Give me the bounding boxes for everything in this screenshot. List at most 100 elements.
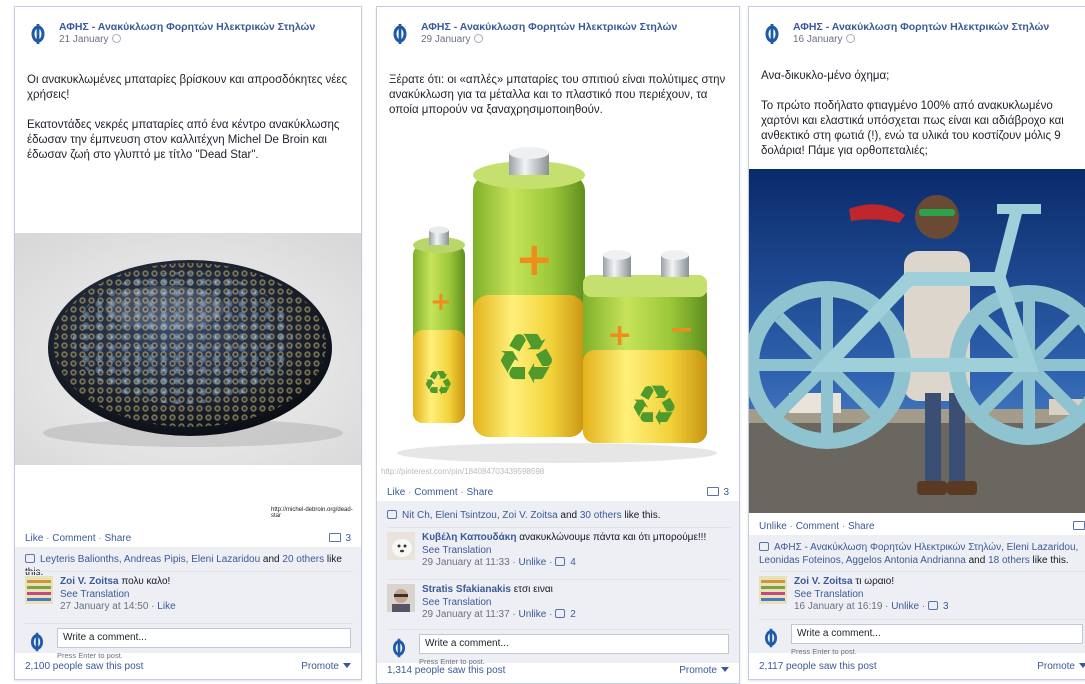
comment-text: ετσι ειναι [513, 584, 553, 595]
post-footer: 1,314 people saw this post Promote [387, 665, 729, 676]
thumbs-up-icon [25, 554, 35, 563]
commenter-name[interactable]: Zoi V. Zoitsa [60, 576, 119, 587]
commenter-avatar[interactable] [387, 584, 415, 612]
others-link[interactable]: 30 others [580, 510, 622, 521]
comment-link[interactable]: Comment [796, 521, 839, 532]
comment-count[interactable]: 3 [329, 533, 351, 544]
reach-link[interactable]: 1,314 people saw this post [387, 665, 505, 676]
comment-time[interactable]: 27 January at 14:50 [60, 601, 148, 612]
thumbs-up-icon [555, 557, 566, 566]
commenter-avatar[interactable] [759, 576, 787, 604]
comment-input[interactable]: Write a comment... [57, 628, 351, 648]
cardboard-bicycle-photo[interactable] [749, 169, 1085, 513]
post-date[interactable]: 21 January [59, 34, 122, 45]
likes-sentence: ΑΦΗΣ - Ανακύκλωση Φορητών Ηλεκτρικών Στη… [759, 542, 1079, 566]
post-footer: 2,100 people saw this post Promote [25, 661, 351, 672]
like-link[interactable]: Like [387, 487, 405, 498]
svg-text:♻: ♻ [629, 374, 679, 439]
speech-bubble-icon [707, 487, 720, 496]
svg-text:+: + [607, 318, 632, 353]
page-name-link[interactable]: ΑΦΗΣ - Ανακύκλωση Φορητών Ηλεκτρικών Στη… [59, 21, 315, 33]
comment-link[interactable]: Comment [52, 533, 95, 544]
comment-like-count[interactable]: 4 [570, 557, 576, 568]
commenter-name[interactable]: Κυβέλη Καπουδάκη [422, 532, 516, 543]
comment-like-count[interactable]: 3 [943, 601, 949, 612]
post-date[interactable]: 16 January [793, 34, 856, 45]
comment-count[interactable]: 3 [707, 487, 729, 498]
others-link[interactable]: 20 others [282, 554, 324, 565]
page-logo-icon[interactable] [759, 21, 785, 47]
comment-like-count[interactable]: 2 [570, 609, 576, 620]
page-logo-icon[interactable] [387, 21, 413, 47]
page-logo-icon [25, 630, 49, 654]
comment-time[interactable]: 16 January at 16:19 [794, 601, 882, 612]
post-text: Ξέρατε ότι: οι «απλές» μπαταρίες του σπι… [389, 73, 729, 133]
page-logo-icon[interactable] [25, 21, 51, 47]
feedback-area: ΑΦΗΣ - Ανακύκλωση Φορητών Ηλεκτρικών Στη… [749, 535, 1085, 656]
see-translation-link[interactable]: See Translation [794, 589, 864, 600]
post-footer: 2,117 people saw this post Promote [759, 661, 1085, 672]
page-logo-icon [387, 636, 411, 660]
feedback-area: Nit Ch, Eleni Tsintzou, Zoi V. Zoitsa an… [377, 501, 739, 666]
comment-count[interactable]: 7 [1073, 521, 1085, 532]
likers-links[interactable]: Nit Ch, Eleni Tsintzou, Zoi V. Zoitsa [402, 510, 558, 521]
post-date[interactable]: 29 January [421, 34, 484, 45]
commenter-name[interactable]: Zoi V. Zoitsa [794, 576, 853, 587]
comment-composer: Write a comment... Press Enter to post. [759, 619, 1085, 656]
comment-unlike-link[interactable]: Unlike [519, 609, 547, 620]
unlike-link[interactable]: Unlike [759, 521, 787, 532]
svg-text:+: + [430, 287, 452, 317]
feedback-area: Leyteris Balionths, Andreas Pipis, Eleni… [15, 547, 361, 660]
see-translation-link[interactable]: See Translation [60, 589, 130, 600]
comment-unlike-link[interactable]: Unlike [519, 557, 547, 568]
svg-text:−: − [669, 312, 694, 347]
comment-time[interactable]: 29 January at 11:37 [422, 609, 510, 620]
see-translation-link[interactable]: See Translation [422, 597, 492, 608]
share-link[interactable]: Share [105, 533, 132, 544]
comment-time[interactable]: 29 January at 11:33 [422, 557, 510, 568]
page-name-link[interactable]: ΑΦΗΣ - Ανακύκλωση Φορητών Ηλεκτρικών Στη… [793, 21, 1049, 33]
post-actions: Like · Comment · Share 3 [387, 487, 729, 498]
thumbs-up-icon [927, 601, 938, 610]
share-link[interactable]: Share [467, 487, 494, 498]
promote-button[interactable]: Promote [679, 665, 729, 676]
comment-link[interactable]: Comment [414, 487, 457, 498]
thumbs-up-icon [555, 609, 566, 618]
comment-unlike-link[interactable]: Unlike [891, 601, 919, 612]
page-name-link[interactable]: ΑΦΗΣ - Ανακύκλωση Φορητών Ηλεκτρικών Στη… [421, 21, 677, 33]
see-translation-link[interactable]: See Translation [422, 545, 492, 556]
promote-button[interactable]: Promote [301, 661, 351, 672]
post-paragraph: Το πρώτο ποδήλατο φτιαγμένο 100% από ανα… [761, 100, 1064, 157]
dead-star-sculpture-photo[interactable] [15, 233, 361, 465]
post-actions: Like · Comment · Share 3 [25, 533, 351, 544]
comment-like-link[interactable]: Like [157, 601, 175, 612]
reach-link[interactable]: 2,117 people saw this post [759, 661, 877, 672]
commenter-avatar[interactable] [387, 532, 415, 560]
separator: · [405, 487, 415, 498]
commenter-name[interactable]: Stratis Sfakianakis [422, 584, 511, 595]
reach-link[interactable]: 2,100 people saw this post [25, 661, 143, 672]
comment-item: Zoi V. Zoitsa τι ωραιο! See Translation … [759, 571, 1085, 617]
comment-item: Zoi V. Zoitsa πολυ καλο! See Translation… [25, 571, 353, 619]
comment-input[interactable]: Write a comment... [791, 624, 1083, 644]
batteries-recycling-photo[interactable]: + ♻ + ♻ + − ♻ [377, 125, 739, 479]
like-link[interactable]: Like [25, 533, 43, 544]
promote-button[interactable]: Promote [1037, 661, 1085, 672]
likers-links[interactable]: Leyteris Balionths, Andreas Pipis, Eleni… [40, 554, 260, 565]
likes-sentence: Nit Ch, Eleni Tsintzou, Zoi V. Zoitsa an… [387, 509, 731, 522]
share-link[interactable]: Share [848, 521, 875, 532]
comment-text: πολυ καλο! [121, 576, 171, 587]
others-link[interactable]: 18 others [988, 555, 1030, 566]
post-paragraph: Εκατοντάδες νεκρές μπαταρίες από ένα κέν… [27, 119, 340, 161]
post-paragraph: Ξέρατε ότι: οι «απλές» μπαταρίες του σπι… [389, 74, 726, 116]
comment-text: τι ωραιο! [855, 576, 895, 587]
globe-icon [112, 34, 122, 43]
comment-input[interactable]: Write a comment... [419, 634, 729, 654]
separator: · [457, 487, 467, 498]
commenter-avatar[interactable] [25, 576, 53, 604]
separator: · [43, 533, 53, 544]
post-text: Ανα-δικυκλο-μένο όχημα; Το πρώτο ποδήλατ… [761, 69, 1075, 174]
post-card: ΑΦΗΣ - Ανακύκλωση Φορητών Ηλεκτρικών Στη… [748, 6, 1085, 680]
press-enter-hint: Press Enter to post. [57, 651, 123, 660]
chevron-down-icon [343, 663, 351, 668]
